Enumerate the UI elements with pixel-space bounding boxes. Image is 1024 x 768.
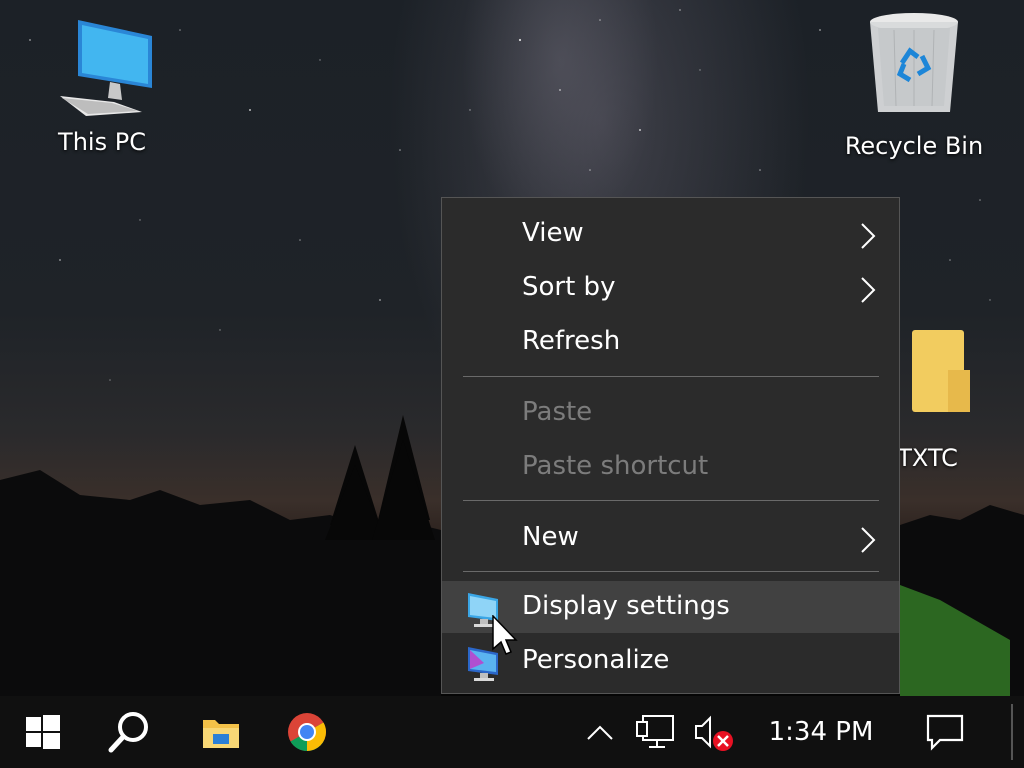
this-pc-desktop-icon[interactable]: This PC <box>40 18 164 156</box>
network-icon <box>636 715 674 748</box>
chevron-right-icon <box>861 527 876 553</box>
menu-item-new[interactable]: New <box>442 512 899 564</box>
file-explorer-icon <box>203 720 239 748</box>
mouse-cursor-icon <box>492 615 518 655</box>
chevron-right-icon <box>861 277 876 303</box>
start-button[interactable] <box>0 696 86 768</box>
menu-item-display-settings-label: Display settings <box>522 591 730 621</box>
menu-item-paste-shortcut[interactable]: Paste shortcut <box>442 441 899 493</box>
action-center-button[interactable] <box>912 696 978 768</box>
volume-button[interactable] <box>688 696 736 768</box>
search-button[interactable] <box>86 696 172 768</box>
show-desktop-divider <box>1011 704 1013 760</box>
show-desktop-button[interactable] <box>1010 696 1014 768</box>
show-hidden-icons-icon <box>587 725 613 740</box>
menu-item-paste-label: Paste <box>522 397 593 427</box>
action-center-icon <box>926 714 964 751</box>
menu-item-sort-by[interactable]: Sort by <box>442 262 899 314</box>
chrome-button[interactable] <box>264 696 350 768</box>
file-explorer-button[interactable] <box>178 696 264 768</box>
menu-item-new-label: New <box>522 522 579 552</box>
clock-time: 1:34 PM <box>768 717 874 747</box>
menu-item-refresh[interactable]: Refresh <box>442 316 899 368</box>
windows-start-icon <box>26 715 60 749</box>
recycle-bin-desktop-icon[interactable]: Recycle Bin <box>838 8 990 160</box>
chevron-right-icon <box>861 223 876 249</box>
network-status-button[interactable] <box>630 696 680 768</box>
this-pc-label: This PC <box>58 128 146 156</box>
taskbar: 1:34 PM <box>0 696 1024 768</box>
pine-trees <box>325 415 435 540</box>
recycle-bin-icon <box>870 13 958 112</box>
menu-separator <box>463 376 879 377</box>
menu-item-view-label: View <box>522 218 584 248</box>
computer-icon <box>60 20 152 116</box>
search-icon <box>108 712 148 753</box>
recycle-bin-label: Recycle Bin <box>844 132 984 160</box>
chrome-icon <box>288 713 327 752</box>
menu-item-refresh-label: Refresh <box>522 326 621 356</box>
menu-item-sort-by-label: Sort by <box>522 272 616 302</box>
menu-item-paste[interactable]: Paste <box>442 387 899 439</box>
menu-item-personalize-label: Personalize <box>522 645 670 675</box>
folder-icon <box>912 330 970 412</box>
menu-separator <box>463 500 879 501</box>
menu-item-paste-shortcut-label: Paste shortcut <box>522 451 709 481</box>
clock[interactable]: 1:34 PM <box>756 696 886 768</box>
volume-muted-icon <box>695 715 733 751</box>
menu-separator <box>463 571 879 572</box>
menu-item-view[interactable]: View <box>442 208 899 260</box>
show-hidden-icons-button[interactable] <box>580 696 620 768</box>
